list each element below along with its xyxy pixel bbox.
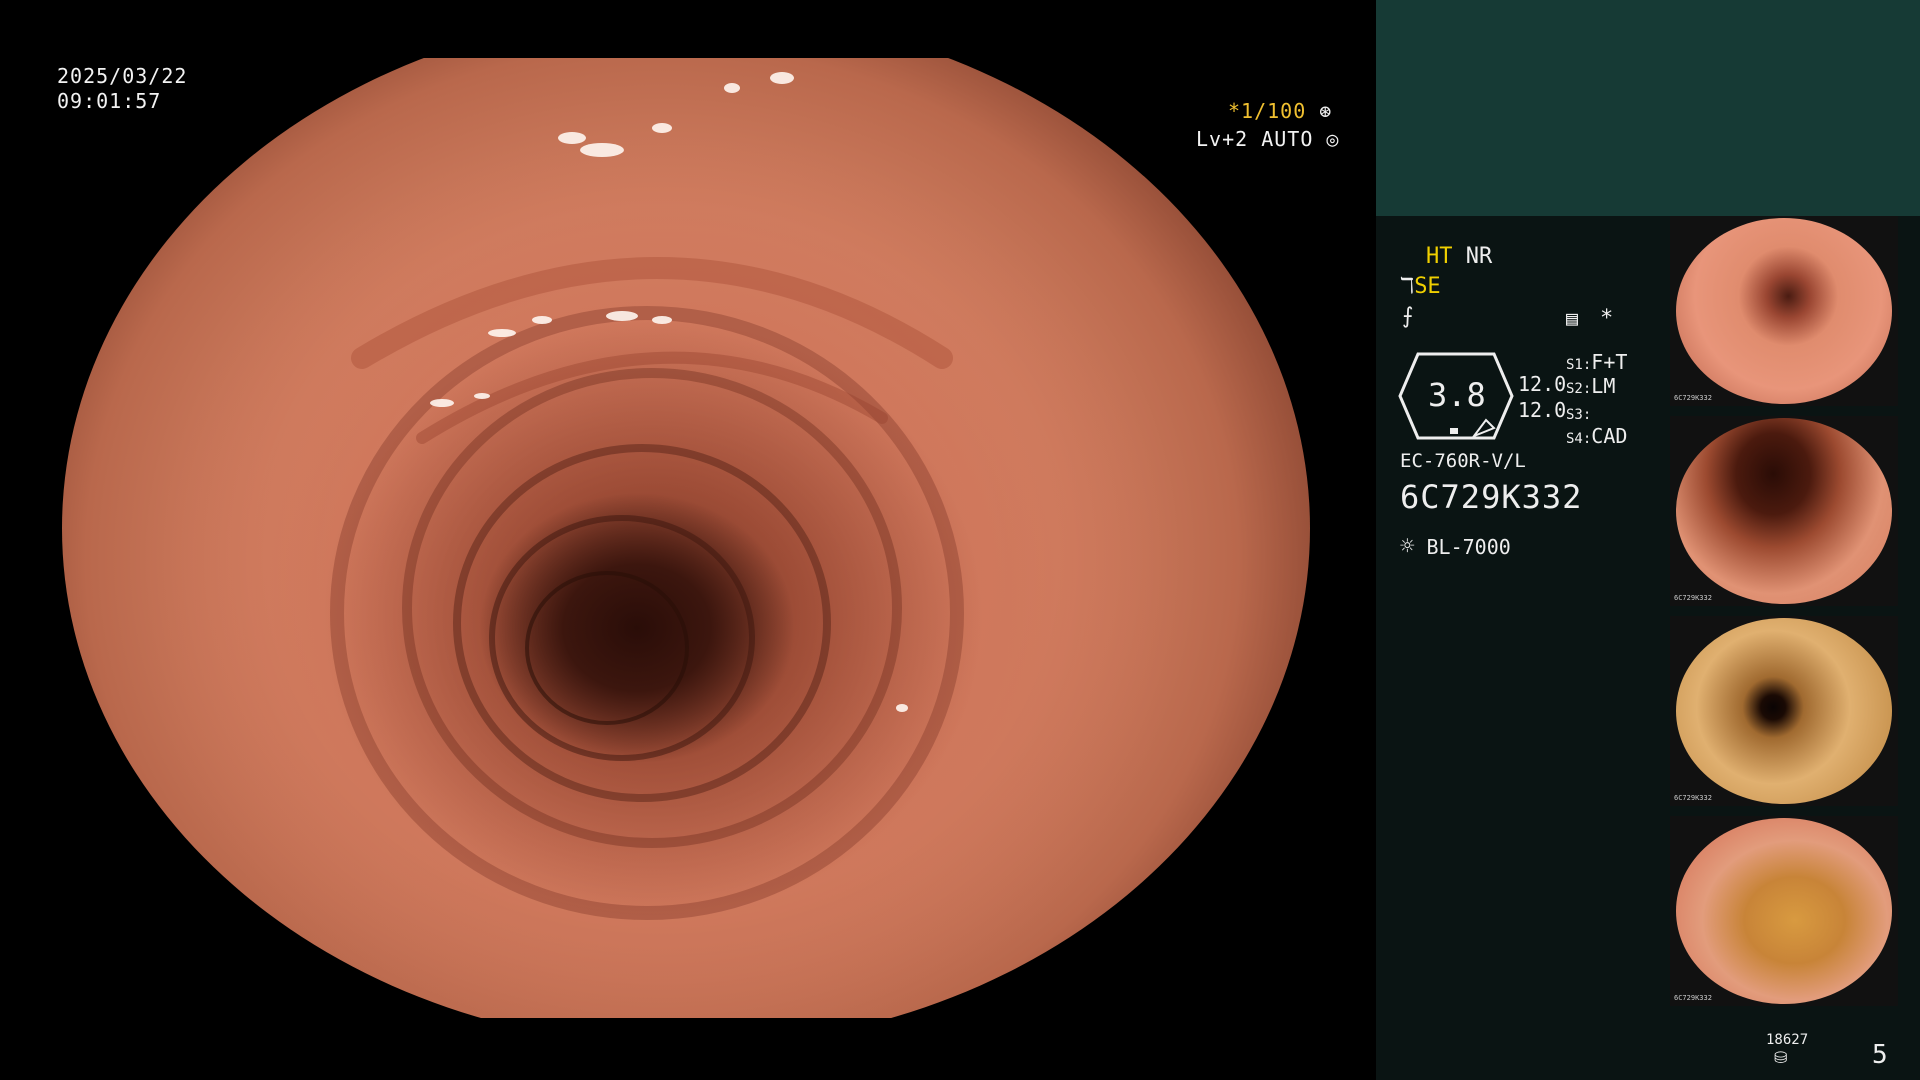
ht-nr-row: HT NR (1426, 244, 1492, 269)
level-value: Lv+2 AUTO (1196, 127, 1314, 151)
asterisk-label: * (1600, 306, 1614, 331)
shutter-value: *1/100 (1228, 99, 1307, 123)
settings-icon: ▤ (1566, 306, 1579, 330)
s4-value: CAD (1591, 424, 1628, 448)
s3-row: S3: (1566, 400, 1591, 424)
time-label: 09:01:57 (57, 89, 162, 113)
endoscopic-image (62, 58, 1310, 1018)
thumbnail-3[interactable]: 6C729K332 (1670, 616, 1898, 806)
shutter-readout: *1/100 ⊛ (1228, 98, 1332, 124)
auto-icon: ◎ (1326, 127, 1340, 151)
ht-label: HT (1426, 244, 1453, 269)
thumbnail-2-serial: 6C729K332 (1674, 594, 1712, 602)
endoscopy-screen: 2025/03/22 09:01:57 *1/100 ⊛ Lv+2 AUTO ◎… (0, 0, 1920, 1080)
s2-label: S2: (1566, 381, 1592, 397)
storage-icon: ⛁ (1774, 1048, 1788, 1067)
thumbnail-1[interactable]: 6C729K332 (1670, 216, 1898, 406)
thumbnail-4-serial: 6C729K332 (1674, 994, 1712, 1002)
brightness-level: Lv+2 AUTO ◎ (1196, 126, 1339, 152)
nr-label: NR (1465, 244, 1493, 269)
date-label: 2025/03/22 (57, 64, 188, 88)
structure-icon: ℸ (1400, 274, 1415, 299)
mucosa-folds (330, 72, 964, 920)
thumbnail-2[interactable]: 6C729K332 (1670, 416, 1898, 606)
image-count: 5 (1872, 1040, 1888, 1070)
counter-label: 18627 (1766, 1032, 1809, 1048)
value-1: 12.0 (1518, 372, 1567, 396)
se-label: SE (1414, 274, 1441, 299)
thumbnail-1-serial: 6C729K332 (1674, 394, 1712, 402)
panel-header (1376, 0, 1920, 216)
thumbnail-3-serial: 6C729K332 (1674, 794, 1712, 802)
s3-label: S3: (1566, 407, 1592, 423)
s1-value: F+T (1591, 350, 1628, 374)
se-row: ℸSE (1400, 274, 1441, 299)
s4-row: S4:CAD (1566, 424, 1627, 448)
s1-label: S1: (1566, 357, 1592, 373)
zoom-value: 3.8 (1428, 376, 1486, 414)
thumbnail-4[interactable]: 6C729K332 (1670, 816, 1898, 1006)
scope-model: EC-760R-V/L (1400, 450, 1526, 472)
filter-icon: ⨍ (1402, 304, 1414, 329)
s2-value: LM (1591, 374, 1616, 398)
s2-row: S2:LM (1566, 374, 1615, 398)
shutter-icon: ⊛ (1319, 99, 1333, 123)
scope-serial: 6C729K332 (1400, 478, 1583, 516)
s1-row: S1:F+T (1566, 350, 1627, 374)
light-source: BL-7000 (1426, 535, 1511, 559)
info-panel: HT NR ℸSE ⨍ ▤ * 3.8 12.0 12.0 S1:F+T S2:… (1376, 0, 1920, 1080)
s4-label: S4: (1566, 431, 1592, 447)
light-source-row: ☼ BL-7000 (1400, 532, 1511, 560)
value-2: 12.0 (1518, 398, 1567, 422)
light-icon: ☼ (1400, 532, 1415, 560)
